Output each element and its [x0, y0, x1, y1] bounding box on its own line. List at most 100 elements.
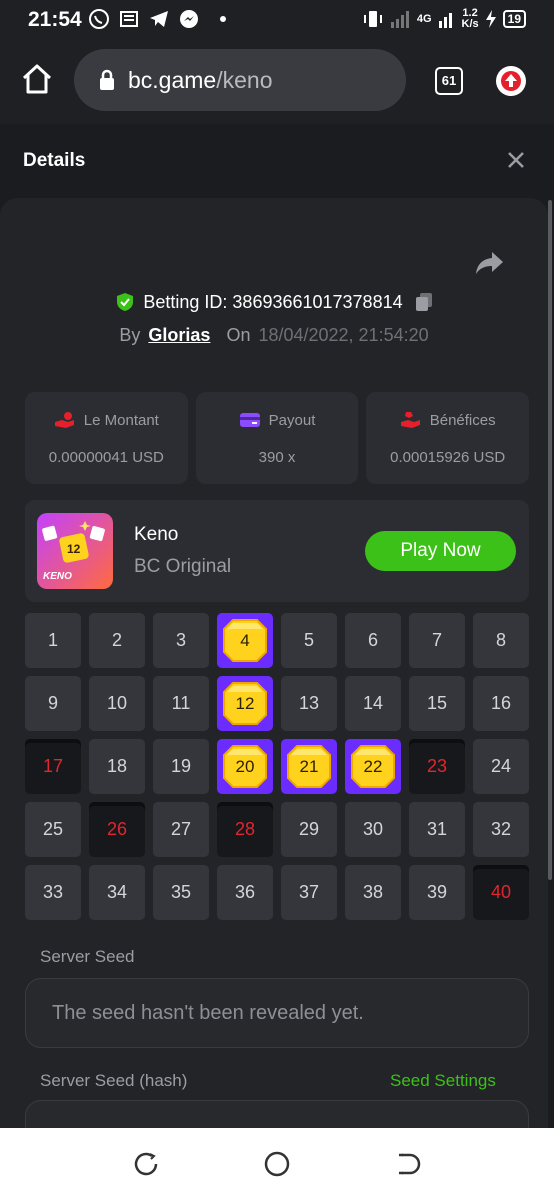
username-link[interactable]: Glorias	[148, 325, 210, 346]
keno-cell[interactable]: 10	[89, 676, 145, 731]
keno-cell[interactable]: 17	[25, 739, 81, 794]
keno-cell[interactable]: 12	[217, 676, 273, 731]
keno-cell[interactable]: 14	[345, 676, 401, 731]
keno-cell[interactable]: 40	[473, 865, 529, 920]
keno-cell[interactable]: 6	[345, 613, 401, 668]
stat-value: 390 x	[258, 449, 296, 466]
keno-cell[interactable]: 39	[409, 865, 465, 920]
keno-cell[interactable]: 24	[473, 739, 529, 794]
by-label: By	[119, 324, 141, 345]
keno-cell[interactable]: 38	[345, 865, 401, 920]
gem-icon: 21	[287, 745, 331, 788]
keno-cell[interactable]: 18	[89, 739, 145, 794]
android-nav-bar	[0, 1128, 554, 1200]
thumb-keno-text: KENO	[43, 571, 72, 582]
keno-cell[interactable]: 1	[25, 613, 81, 668]
keno-cell[interactable]: 21	[281, 739, 337, 794]
keno-cell[interactable]: 22	[345, 739, 401, 794]
keno-cell[interactable]: 5	[281, 613, 337, 668]
keno-cell[interactable]: 2	[89, 613, 145, 668]
modal-header: Details	[0, 124, 554, 200]
stat-label: Le Montant	[83, 411, 159, 429]
cell-number: 20	[235, 757, 255, 776]
address-bar[interactable]: bc.game/keno	[74, 49, 406, 111]
stat-value: 0.00015926 USD	[390, 449, 506, 466]
keno-cell[interactable]: 13	[281, 676, 337, 731]
keno-cell[interactable]: 29	[281, 802, 337, 857]
keno-cell[interactable]: 3	[153, 613, 209, 668]
bettor-row: By Glorias On 18/04/2022, 21:54:20	[0, 322, 548, 348]
keno-cell[interactable]: 23	[409, 739, 465, 794]
back-icon[interactable]	[394, 1150, 422, 1178]
keno-cell[interactable]: 33	[25, 865, 81, 920]
keno-cell[interactable]: 32	[473, 802, 529, 857]
scrollbar-thumb[interactable]	[548, 200, 552, 880]
modal-title: Details	[23, 150, 86, 171]
server-seed-label: Server Seed	[40, 947, 135, 966]
news-icon	[120, 11, 138, 27]
keno-cell[interactable]: 28	[217, 802, 273, 857]
keno-cell[interactable]: 9	[25, 676, 81, 731]
messenger-icon	[180, 10, 198, 28]
net-speed: 1.2 K/s	[461, 7, 479, 30]
browser-toolbar: bc.game/keno 61	[0, 38, 554, 124]
bet-datetime: 18/04/2022, 21:54:20	[258, 324, 429, 345]
screen: 21:54 4G 1.2 K/s 19 bc.game/keno 61 Detai…	[0, 0, 554, 1200]
keno-cell[interactable]: 16	[473, 676, 529, 731]
bet-stats: Le Montant 0.00000041 USD Payout 390 x B…	[25, 392, 530, 484]
keno-cell[interactable]: 8	[473, 613, 529, 668]
url-path: /keno	[216, 66, 273, 93]
game-name: Keno	[134, 524, 179, 545]
update-button[interactable]	[496, 66, 526, 96]
keno-cell[interactable]: 35	[153, 865, 209, 920]
keno-cell[interactable]: 36	[217, 865, 273, 920]
server-seed-field[interactable]: The seed hasn't been revealed yet.	[25, 978, 529, 1048]
keno-cell[interactable]: 7	[409, 613, 465, 668]
vibrate-icon	[363, 11, 382, 27]
keno-cell[interactable]: 27	[153, 802, 209, 857]
keno-cell[interactable]: 34	[89, 865, 145, 920]
betting-id: Betting ID: 38693661017378814	[143, 291, 403, 312]
keno-cell[interactable]: 15	[409, 676, 465, 731]
gem-icon: 4	[223, 619, 267, 662]
profit-hand-icon	[400, 412, 420, 428]
close-icon[interactable]	[504, 148, 528, 172]
play-now-button[interactable]: Play Now	[365, 531, 516, 571]
keno-cell[interactable]: 37	[281, 865, 337, 920]
home-nav-icon[interactable]	[263, 1150, 291, 1178]
cell-number: 4	[240, 631, 250, 650]
coins-hand-icon	[54, 412, 74, 428]
tabs-button[interactable]: 61	[435, 67, 463, 95]
verified-shield-icon	[117, 293, 134, 311]
keno-cell[interactable]: 4	[217, 613, 273, 668]
keno-cell[interactable]: 30	[345, 802, 401, 857]
seed-settings-link[interactable]: Seed Settings	[390, 1071, 496, 1091]
status-bar: 21:54 4G 1.2 K/s 19	[0, 0, 554, 38]
stat-payout: Payout 390 x	[195, 392, 359, 484]
copy-icon[interactable]	[415, 292, 433, 312]
status-right: 4G 1.2 K/s 19	[363, 6, 526, 32]
keno-cell[interactable]: 20	[217, 739, 273, 794]
keno-cell[interactable]: 19	[153, 739, 209, 794]
stat-profit: Bénéfices 0.00015926 USD	[366, 392, 530, 484]
battery-level: 19	[502, 10, 526, 28]
keno-cell[interactable]: 11	[153, 676, 209, 731]
lock-icon	[100, 69, 114, 90]
upload-arrow-icon	[501, 71, 521, 91]
share-icon[interactable]	[474, 250, 504, 276]
keno-cell[interactable]: 25	[25, 802, 81, 857]
betting-id-row: Betting ID: 38693661017378814	[0, 288, 548, 316]
stat-value: 0.00000041 USD	[48, 449, 164, 466]
gem-icon: 22	[351, 745, 395, 788]
keno-cell[interactable]: 26	[89, 802, 145, 857]
recents-icon[interactable]	[132, 1150, 160, 1178]
gem-icon: 12	[223, 682, 267, 725]
stat-label: Bénéfices	[429, 411, 496, 429]
home-icon[interactable]	[20, 62, 54, 96]
keno-cell[interactable]: 31	[409, 802, 465, 857]
network-type: 4G	[416, 12, 432, 25]
game-card: 12 KENO Keno BC Original Play Now	[25, 500, 529, 602]
keno-thumbnail[interactable]: 12 KENO	[37, 513, 113, 589]
cell-number: 21	[299, 757, 319, 776]
game-subtitle: BC Original	[134, 556, 232, 577]
